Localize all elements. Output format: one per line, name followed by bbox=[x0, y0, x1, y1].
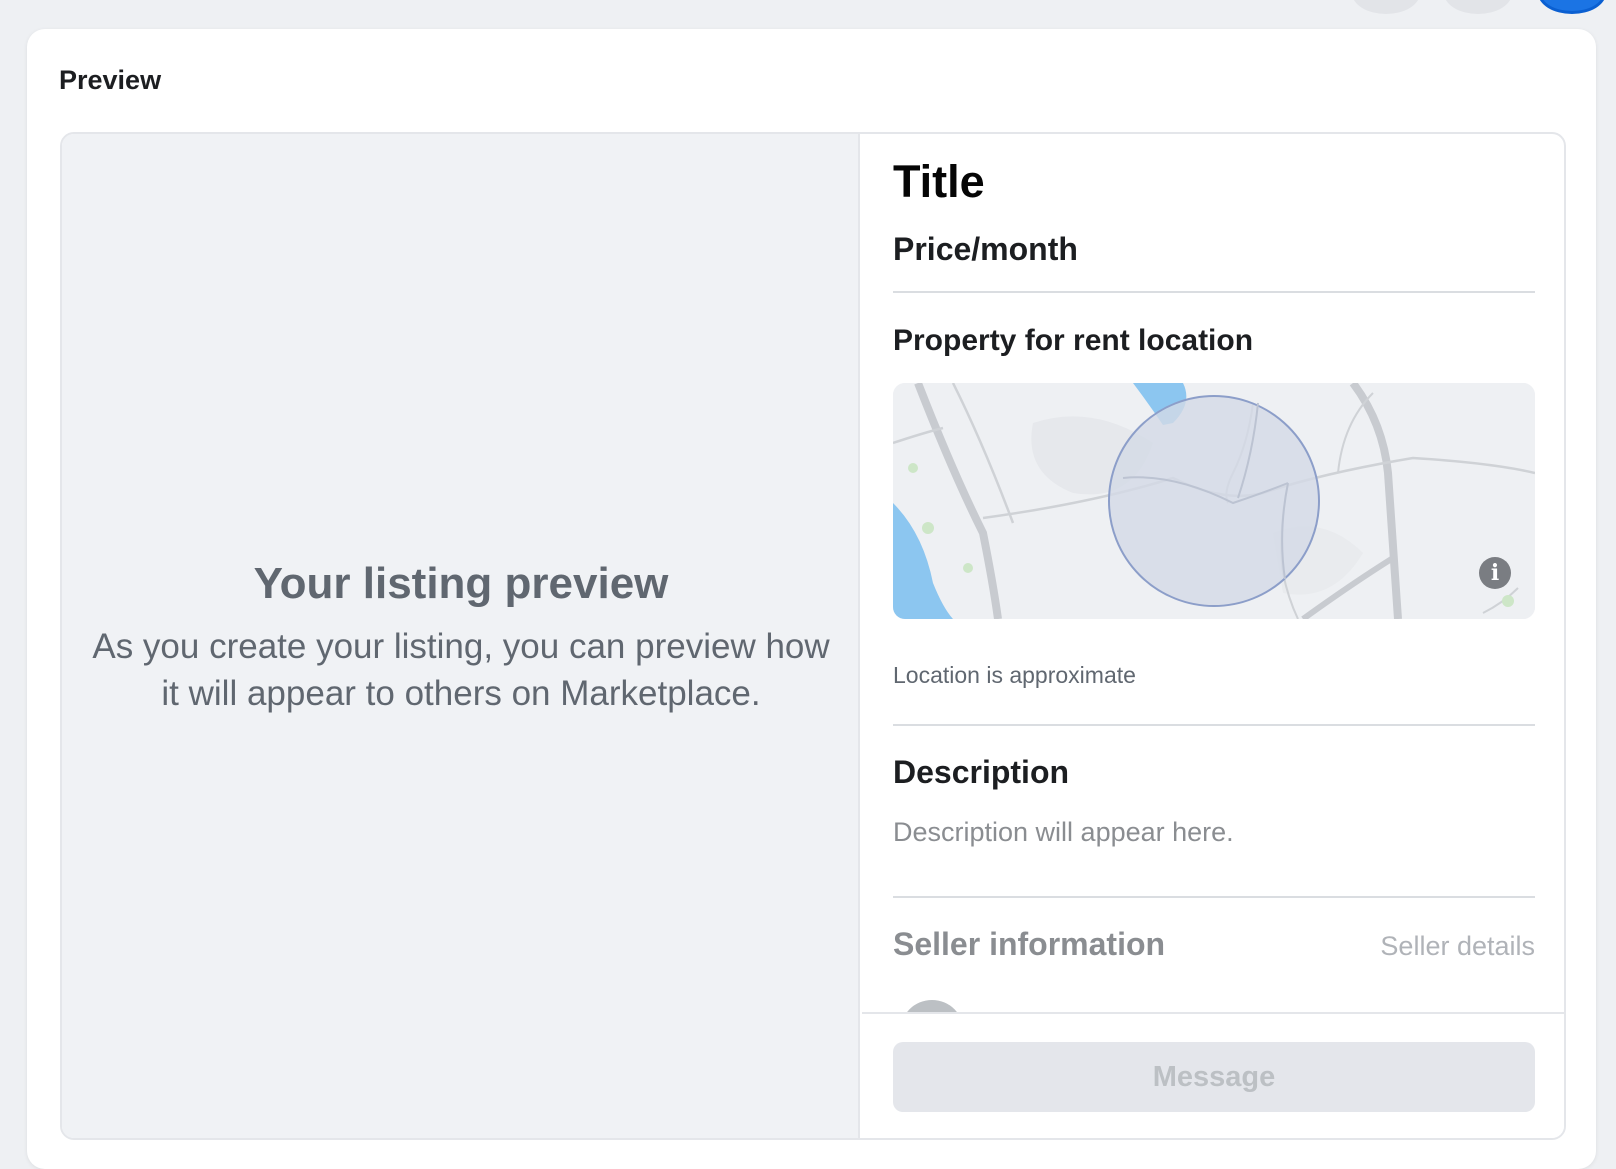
profile-avatar-button[interactable] bbox=[1538, 0, 1606, 14]
top-nav-buttons bbox=[0, 0, 1616, 16]
listing-image-area: Your listing preview As you create your … bbox=[62, 134, 860, 1138]
seller-info-row: Seller information Seller details bbox=[893, 926, 1535, 963]
info-icon[interactable]: i bbox=[1479, 557, 1511, 589]
preview-card-title: Preview bbox=[59, 65, 162, 95]
listing-details-pane: Title Price/month Property for rent loca… bbox=[862, 134, 1564, 1138]
listing-preview-subtext: As you create your listing, you can prev… bbox=[92, 627, 830, 713]
message-button[interactable]: Message bbox=[893, 1042, 1535, 1112]
description-placeholder: Description will appear here. bbox=[893, 817, 1234, 847]
listing-preview-heading: Your listing preview bbox=[253, 559, 669, 608]
approximate-location-radius bbox=[1108, 395, 1320, 607]
location-approximate-note: Location is approximate bbox=[893, 662, 1136, 688]
message-footer: Message bbox=[862, 1012, 1564, 1138]
preview-frame: Your listing preview As you create your … bbox=[60, 132, 1566, 1140]
location-map[interactable]: i bbox=[893, 383, 1535, 619]
nav-circle-button[interactable] bbox=[1352, 0, 1420, 14]
nav-circle-button[interactable] bbox=[1444, 0, 1512, 14]
divider bbox=[893, 724, 1535, 726]
listing-preview-message: Your listing preview As you create your … bbox=[62, 559, 860, 717]
seller-details-link[interactable]: Seller details bbox=[1380, 931, 1535, 962]
seller-info-heading: Seller information bbox=[893, 926, 1166, 962]
divider bbox=[893, 896, 1535, 898]
description-heading: Description bbox=[893, 754, 1070, 790]
map-graphic bbox=[893, 383, 1535, 619]
divider bbox=[893, 291, 1535, 293]
location-heading: Property for rent location bbox=[893, 324, 1254, 357]
listing-title: Title bbox=[893, 156, 985, 207]
listing-price: Price/month bbox=[893, 231, 1078, 267]
preview-card: Preview Your listing preview As you crea… bbox=[27, 29, 1596, 1169]
